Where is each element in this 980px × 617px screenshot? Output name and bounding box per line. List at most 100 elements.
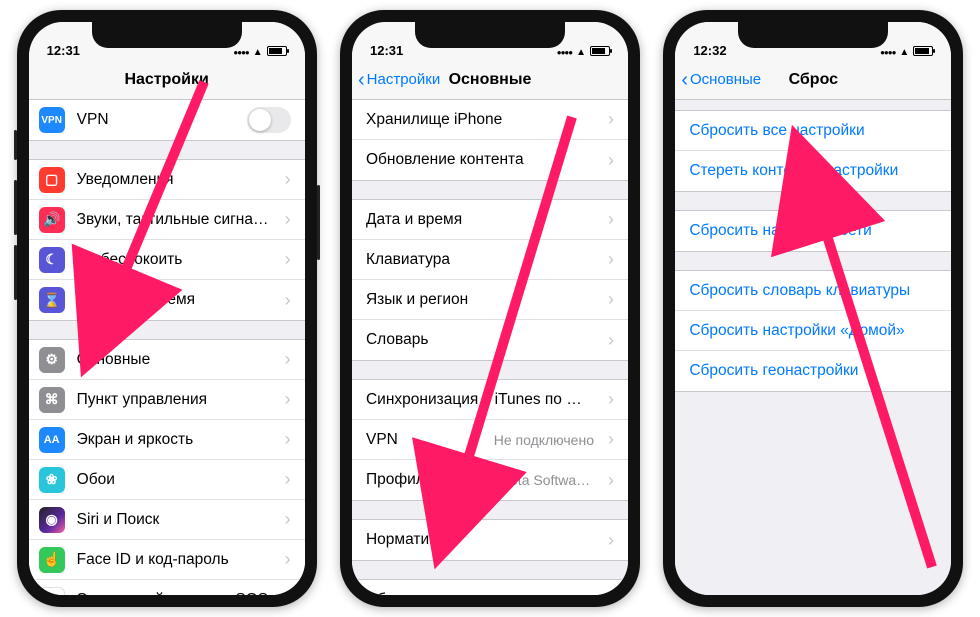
settings-row[interactable]: ▢Уведомления› xyxy=(29,160,305,200)
chevron-right-icon: › xyxy=(608,330,614,351)
chevron-right-icon: › xyxy=(608,530,614,551)
sos-icon: SOS xyxy=(39,587,65,596)
back-button[interactable]: ‹ Настройки xyxy=(358,70,440,90)
settings-row[interactable]: Сбросить настройки «Домой» xyxy=(675,311,951,351)
battery-icon xyxy=(913,46,933,56)
settings-row[interactable]: Клавиатура› xyxy=(352,240,628,280)
clock: 12:32 xyxy=(693,43,726,58)
row-label: Пункт управления xyxy=(77,391,271,409)
chevron-right-icon: › xyxy=(608,429,614,450)
vpn-icon: VPN xyxy=(39,107,65,133)
settings-row[interactable]: Сбросить словарь клавиатуры xyxy=(675,271,951,311)
phone-frame-1: 12:31 Настройки VPNVPN▢Уведомления›🔊Звук… xyxy=(17,10,317,607)
row-label: Сбросить настройки сети xyxy=(689,222,937,240)
row-label: Экран и яркость xyxy=(77,431,271,449)
screen-1: 12:31 Настройки VPNVPN▢Уведомления›🔊Звук… xyxy=(29,22,305,595)
back-label: Основные xyxy=(690,71,761,88)
row-value: iOS 12 Beta Software Profile xyxy=(454,472,594,488)
row-label: Язык и регион xyxy=(366,291,594,309)
settings-group: Сброс›Выключить xyxy=(352,579,628,595)
notch xyxy=(738,22,888,48)
dnd-icon: ☾ xyxy=(39,247,65,273)
notch xyxy=(415,22,565,48)
settings-row[interactable]: Хранилище iPhone› xyxy=(352,100,628,140)
settings-row[interactable]: Словарь› xyxy=(352,320,628,360)
chevron-right-icon: › xyxy=(608,209,614,230)
wall-icon: ❀ xyxy=(39,467,65,493)
settings-row[interactable]: ⌛Экранное время› xyxy=(29,280,305,320)
gen-icon: ⚙ xyxy=(39,347,65,373)
settings-group: ⚙ Основные › ⌘ Пункт управления › AA Экран и яр… xyxy=(29,339,305,595)
chevron-right-icon: › xyxy=(608,589,614,595)
row-label: VPN xyxy=(366,431,482,449)
settings-group: ▢Уведомления›🔊Звуки, тактильные сигналы›… xyxy=(29,159,305,321)
wifi-icon xyxy=(253,44,263,58)
chevron-left-icon: ‹ xyxy=(681,70,688,90)
settings-row[interactable]: Стереть контент и настройки xyxy=(675,151,951,191)
sound-icon: 🔊 xyxy=(39,207,65,233)
settings-row[interactable]: VPN Не подключено › xyxy=(352,420,628,460)
settings-row[interactable]: Обновление контента› xyxy=(352,140,628,180)
settings-content[interactable]: VPN VPN ▢ Уведомления › 🔊Звуки, тактильные си… xyxy=(29,100,305,595)
row-label: Дата и время xyxy=(366,211,594,229)
settings-row[interactable]: ◉Siri и Поиск› xyxy=(29,500,305,540)
nav-title: Основные xyxy=(449,71,532,89)
settings-row[interactable]: SOSЭкстренный вызов — SOS› xyxy=(29,580,305,595)
row-label: Норматив… xyxy=(366,531,594,549)
settings-row[interactable]: Сбросить все настройки xyxy=(675,111,951,151)
settings-row[interactable]: ☝Face ID и код-пароль› xyxy=(29,540,305,580)
chevron-right-icon: › xyxy=(285,509,291,530)
row-label: Сбросить все настройки xyxy=(689,122,937,140)
settings-row[interactable]: Язык и регион› xyxy=(352,280,628,320)
settings-group: Синхронизация с iTunes по Wi-Fi› VPN Не по… xyxy=(352,379,628,501)
row-value: Не подключено xyxy=(494,432,594,448)
settings-group: Хранилище iPhone›Обновление контента› xyxy=(352,100,628,181)
row-label: Основные xyxy=(77,351,271,369)
settings-row[interactable]: Дата и время › xyxy=(352,200,628,240)
settings-group: VPN VPN xyxy=(29,100,305,141)
settings-row[interactable]: Сбросить настройки сети xyxy=(675,211,951,251)
nav-bar: ‹ Настройки Основные xyxy=(352,60,628,100)
chevron-right-icon: › xyxy=(608,470,614,491)
settings-group: Дата и время›Клавиатура›Язык и регион›Сл… xyxy=(352,199,628,361)
chevron-right-icon: › xyxy=(285,429,291,450)
battery-icon xyxy=(590,46,610,56)
nav-title: Сброс xyxy=(789,71,838,89)
phone-frame-3: 12:32 ‹ Основные Сброс Сбросить все наст… xyxy=(663,10,963,607)
status-icons xyxy=(880,44,933,58)
settings-row[interactable]: 🔊Звуки, тактильные сигналы› xyxy=(29,200,305,240)
row-label: Сброс xyxy=(366,591,594,596)
wifi-icon xyxy=(899,44,909,58)
settings-row[interactable]: Сбросить геонастройки xyxy=(675,351,951,391)
notif-icon: ▢ xyxy=(39,167,65,193)
signal-icon xyxy=(233,44,248,58)
settings-row[interactable]: AA Экран и яркость › xyxy=(29,420,305,460)
row-label: Сбросить настройки «Домой» xyxy=(689,322,937,340)
row-label: VPN xyxy=(77,111,235,129)
settings-row[interactable]: ☾Не беспокоить› xyxy=(29,240,305,280)
chevron-right-icon: › xyxy=(608,249,614,270)
settings-row[interactable]: Сброс › xyxy=(352,580,628,595)
settings-row[interactable]: Норматив… › xyxy=(352,520,628,560)
settings-group: Сбросить настройки сети xyxy=(675,210,951,252)
settings-row[interactable]: Синхронизация с iTunes по Wi-Fi› xyxy=(352,380,628,420)
settings-row[interactable]: ⚙Основные› xyxy=(29,340,305,380)
row-label: Уведомления xyxy=(77,171,271,189)
chevron-right-icon: › xyxy=(285,589,291,595)
general-content[interactable]: Хранилище iPhone›Обновление контента›Дат… xyxy=(352,100,628,595)
face-icon: ☝ xyxy=(39,547,65,573)
toggle-switch[interactable] xyxy=(247,107,291,133)
cc-icon: ⌘ xyxy=(39,387,65,413)
settings-group: Сбросить все настройки Стереть контент и … xyxy=(675,110,951,192)
reset-content[interactable]: Сбросить все настройки Стереть контент и … xyxy=(675,100,951,595)
settings-row[interactable]: VPN VPN xyxy=(29,100,305,140)
settings-row[interactable]: ⌘Пункт управления› xyxy=(29,380,305,420)
row-label: Обновление контента xyxy=(366,151,594,169)
row-label: Стереть контент и настройки xyxy=(689,162,937,180)
back-button[interactable]: ‹ Основные xyxy=(681,70,761,90)
clock: 12:31 xyxy=(370,43,403,58)
settings-row[interactable]: ПрофильiOS 12 Beta Software Profile› xyxy=(352,460,628,500)
disp-icon: AA xyxy=(39,427,65,453)
settings-row[interactable]: ❀Обои› xyxy=(29,460,305,500)
row-label: Siri и Поиск xyxy=(77,511,271,529)
